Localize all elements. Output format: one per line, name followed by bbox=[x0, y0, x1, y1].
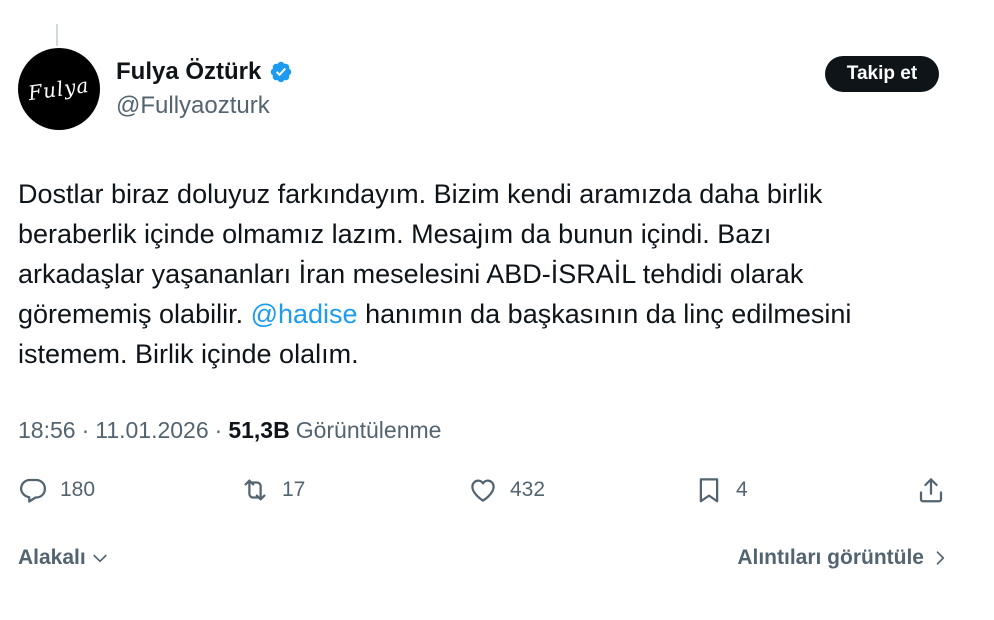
author-handle[interactable]: @Fullyaozturk bbox=[116, 90, 293, 122]
related-label: Alakalı bbox=[18, 546, 86, 569]
repost-count: 17 bbox=[282, 478, 306, 501]
tweet-date[interactable]: 11.01.2026 bbox=[95, 414, 208, 446]
tweet-time[interactable]: 18:56 bbox=[18, 414, 76, 446]
follow-button[interactable]: Takip et bbox=[825, 56, 939, 92]
verified-badge-icon[interactable] bbox=[269, 60, 293, 84]
meta-separator: · bbox=[81, 417, 90, 443]
repost-button[interactable]: 17 bbox=[240, 470, 305, 510]
mention-link[interactable]: @hadise bbox=[251, 299, 358, 329]
repost-icon bbox=[244, 479, 266, 501]
author-info: Fulya Öztürk @Fullyaozturk bbox=[116, 56, 293, 122]
avatar-logo-text: Fulya bbox=[26, 72, 92, 106]
bookmark-button[interactable]: 4 bbox=[694, 470, 748, 510]
tweet-actions: 180 17 432 4 bbox=[18, 470, 950, 510]
bookmark-count: 4 bbox=[736, 478, 748, 501]
related-dropdown[interactable]: Alakalı bbox=[18, 540, 110, 576]
tweet-text: Dostlar biraz doluyuz farkındayım. Bizim… bbox=[18, 174, 958, 374]
author-name-row: Fulya Öztürk bbox=[116, 56, 293, 88]
thread-connector-line bbox=[56, 24, 58, 46]
views-label: Görüntülenme bbox=[295, 417, 442, 443]
like-count: 432 bbox=[510, 478, 546, 501]
reply-count: 180 bbox=[60, 478, 96, 501]
heart-icon bbox=[471, 479, 495, 502]
bookmark-icon bbox=[699, 478, 719, 503]
view-quotes-link[interactable]: Alıntıları görüntüle bbox=[737, 540, 950, 576]
tweet-footer: Alakalı Alıntıları görüntüle bbox=[18, 540, 950, 576]
like-button[interactable]: 432 bbox=[468, 470, 545, 510]
meta-separator: · bbox=[214, 417, 223, 443]
share-icon bbox=[919, 478, 943, 503]
share-button[interactable] bbox=[916, 470, 946, 510]
reply-icon bbox=[20, 478, 46, 503]
reply-button[interactable]: 180 bbox=[18, 470, 95, 510]
chevron-down-icon bbox=[93, 554, 107, 563]
tweet-meta: 18:56 · 11.01.2026 · 51,3B Görüntülenme bbox=[18, 414, 441, 446]
author-display-name[interactable]: Fulya Öztürk bbox=[116, 56, 261, 88]
chevron-right-icon bbox=[936, 551, 945, 565]
avatar[interactable]: Fulya bbox=[18, 48, 100, 130]
view-quotes-label: Alıntıları görüntüle bbox=[737, 546, 924, 569]
views-count: 51,3B bbox=[228, 417, 290, 443]
